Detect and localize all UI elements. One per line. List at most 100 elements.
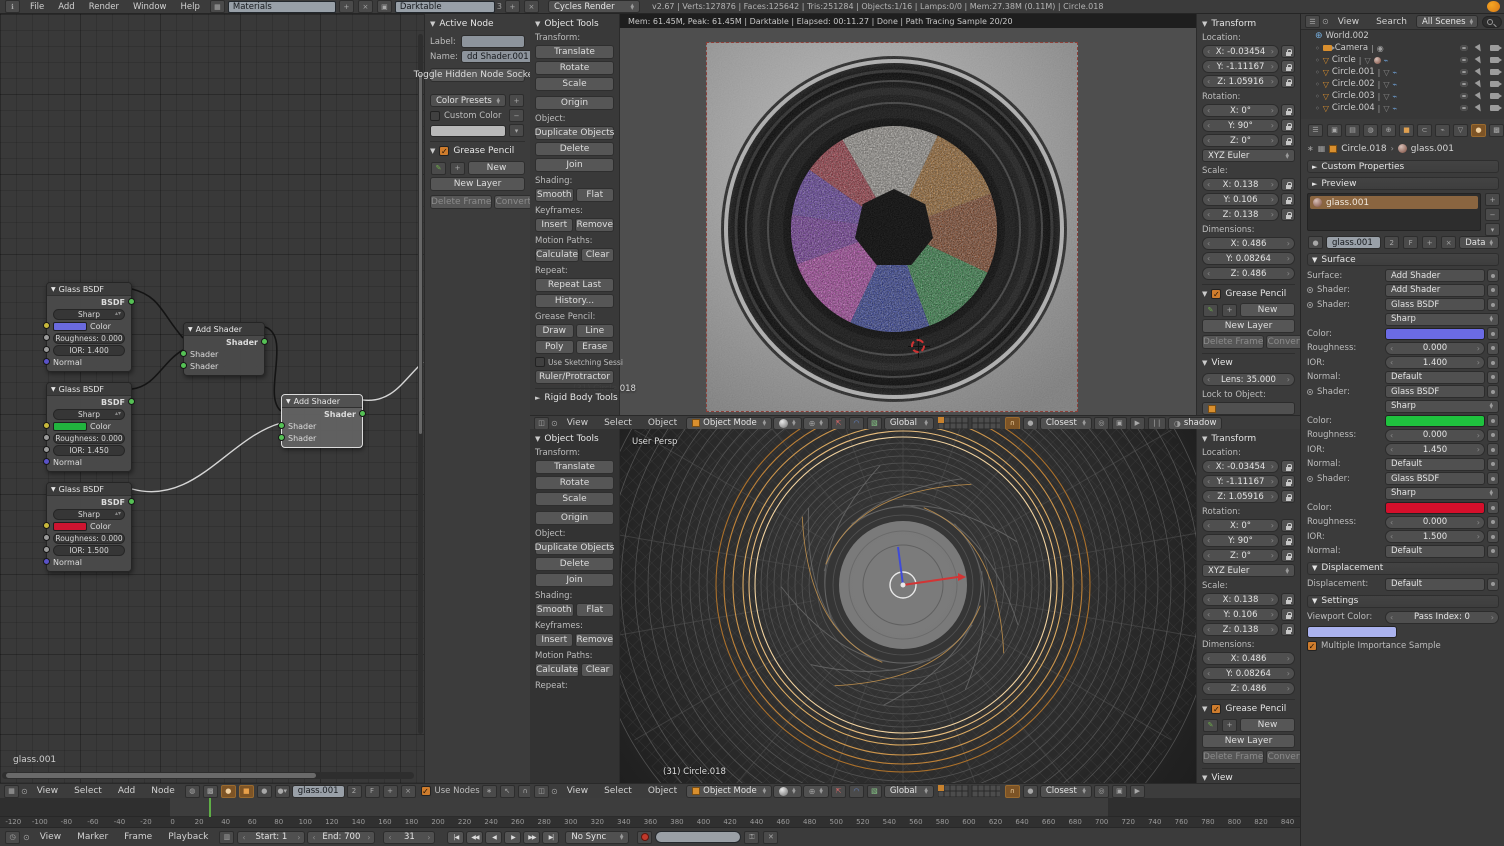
remove-slot-button[interactable]: − <box>1485 208 1500 221</box>
ior-slider-2[interactable]: ‹1.450› <box>1385 443 1485 456</box>
render-icon[interactable] <box>1490 57 1499 63</box>
slot-sphere-icon[interactable]: ● <box>257 785 272 798</box>
menu-item[interactable]: Object <box>640 786 685 796</box>
snap-target-select[interactable]: Closest▴▾ <box>1040 417 1092 430</box>
timeline-band[interactable] <box>0 798 1300 817</box>
socket-bsdf-out[interactable] <box>128 498 135 505</box>
dim-x-field[interactable]: ‹X: 0.486› <box>1202 652 1295 665</box>
ior-slider[interactable]: IOR: 1.500 <box>53 545 125 556</box>
proportional-edit-icon[interactable]: ◎ <box>1094 785 1109 798</box>
collapse-menus-icon[interactable]: ⊙ <box>1322 17 1329 26</box>
current-frame-marker[interactable] <box>209 798 211 817</box>
manipulator-rotate-icon[interactable]: ◠ <box>849 417 864 430</box>
calculate-button[interactable]: Calculate <box>535 248 579 262</box>
active-node-panel-header[interactable]: ▼Active Node <box>430 19 525 29</box>
pencil-icon[interactable]: ✎ <box>431 162 446 175</box>
link-data-select[interactable]: Data▴▾ <box>1459 236 1499 249</box>
editor-type-3dview-icon[interactable]: ◫ <box>534 785 549 798</box>
display-mode-select[interactable]: All Scenes▴▾ <box>1416 15 1478 28</box>
manipulator-scale-icon[interactable]: ▧ <box>867 785 882 798</box>
expand-icon[interactable]: ◦ <box>1315 68 1320 77</box>
surface-panel[interactable]: ▼Surface <box>1307 253 1499 266</box>
ior-slider-1[interactable]: ‹1.400› <box>1385 356 1485 369</box>
render-opengl-anim-icon[interactable]: ▶ <box>1130 785 1145 798</box>
screen-layout-field[interactable]: Materials <box>228 1 336 13</box>
lock-loc-y[interactable] <box>1281 475 1295 488</box>
outliner-search-input[interactable] <box>1482 16 1502 28</box>
jump-to-start-button[interactable]: |◀ <box>447 831 464 844</box>
fake-user-button[interactable]: F <box>1403 236 1418 249</box>
roughness-slider-2[interactable]: ‹0.000› <box>1385 429 1485 442</box>
socket-roughness-in[interactable] <box>43 434 50 441</box>
breadcrumb-object[interactable]: Circle.018 <box>1341 144 1386 154</box>
parent-node-icon[interactable]: ↖ <box>500 785 515 798</box>
horizontal-scrollbar[interactable] <box>2 772 414 779</box>
hide-icon[interactable] <box>1460 105 1468 111</box>
node-glass-bsdf-1[interactable]: ▼Glass BSDF BSDF Sharp▴▾ Color Roughness… <box>46 282 132 372</box>
shader-type-object-icon[interactable]: ◍ <box>185 785 200 798</box>
view-panel-header[interactable]: ▼View <box>1202 773 1295 783</box>
socket-button[interactable] <box>1487 429 1499 442</box>
play-button[interactable]: ▶ <box>504 831 521 844</box>
node-add-shader-1[interactable]: ▼Add Shader Shader Shader Shader <box>183 322 265 376</box>
loc-y-field[interactable]: ‹Y: -1.11167› <box>1202 60 1279 73</box>
grease-pencil-panel-header[interactable]: ▼Grease Pencil <box>1202 704 1295 714</box>
grease-delete-frame-button[interactable]: Delete Frame <box>430 195 492 209</box>
duplicate-objects-button[interactable]: Duplicate Objects <box>535 126 614 140</box>
grease-delete-frame-button[interactable]: Delete Frame <box>1202 750 1264 764</box>
sync-select[interactable]: No Sync▴▾ <box>565 831 629 844</box>
socket-button[interactable] <box>1487 501 1499 514</box>
manipulator-translate-icon[interactable]: ⇱ <box>831 785 846 798</box>
custom-properties-panel[interactable]: ►Custom Properties <box>1307 160 1499 173</box>
shader-type-material-icon[interactable]: ● <box>221 785 236 798</box>
socket-bsdf-out[interactable] <box>128 398 135 405</box>
add-pencil-button[interactable]: + <box>1222 719 1237 732</box>
jump-to-end-button[interactable]: ▶| <box>542 831 559 844</box>
add-preset-button[interactable]: + <box>509 94 524 107</box>
socket-button[interactable] <box>1487 472 1499 485</box>
tab-material[interactable]: ● <box>1471 124 1486 137</box>
menu-item[interactable]: Add <box>110 786 143 796</box>
flat-button[interactable]: Flat <box>576 188 615 202</box>
socket-roughness-in[interactable] <box>43 534 50 541</box>
tab-render-layers[interactable]: ▤ <box>1345 124 1360 137</box>
presets-menu-button[interactable]: ▾ <box>509 124 524 137</box>
toggle-hidden-sockets-button[interactable]: Toggle Hidden Node Sockets <box>430 68 525 82</box>
rot-y-field[interactable]: ‹Y: 90°› <box>1202 119 1279 132</box>
insert-keyframes-icon[interactable]: ⚿ <box>744 831 759 844</box>
add-scene-button[interactable]: + <box>505 0 520 13</box>
render-opengl-icon[interactable]: ▣ <box>1112 417 1127 430</box>
socket-button[interactable] <box>1487 342 1499 355</box>
lock-rot-x[interactable] <box>1281 104 1295 117</box>
unlink-material-button[interactable]: × <box>401 785 416 798</box>
node-name-field[interactable]: dd Shader.001 <box>461 50 535 63</box>
origin-button[interactable]: Origin <box>535 96 614 110</box>
rot-z-field[interactable]: ‹Z: 0°› <box>1202 134 1279 147</box>
rotation-mode-select[interactable]: XYZ Euler▴▾ <box>1202 564 1295 577</box>
line-button[interactable]: Line <box>576 324 615 338</box>
draw-button[interactable]: Draw <box>535 324 574 338</box>
scale-button[interactable]: Scale <box>535 77 614 91</box>
menu-item[interactable]: Playback <box>160 832 216 842</box>
menu-item[interactable]: View <box>559 418 596 428</box>
viewport-wireframe[interactable]: User Persp (31) Circle.018 <box>530 429 1300 783</box>
socket-button[interactable] <box>1487 578 1499 591</box>
node-glass-bsdf-3[interactable]: ▼Glass BSDF BSDF Sharp▴▾ Color Roughness… <box>46 482 132 572</box>
outliner-item-circle004[interactable]: ◦▽Circle.004|▽⌁ <box>1301 102 1504 114</box>
material-name-field[interactable]: glass.001 <box>292 785 345 798</box>
delete-scene-button[interactable]: × <box>524 0 539 13</box>
lock-scale-y[interactable] <box>1281 193 1295 206</box>
menu-item[interactable]: File <box>23 2 51 12</box>
editor-type-3dview-icon[interactable]: ◫ <box>534 417 549 430</box>
lock-loc-x[interactable] <box>1281 460 1295 473</box>
clear-button[interactable]: Clear <box>581 248 614 262</box>
color-swatch-1[interactable] <box>1385 328 1485 340</box>
socket-button[interactable] <box>1487 298 1499 311</box>
socket-button[interactable] <box>1487 385 1499 398</box>
mis-checkbox[interactable] <box>1307 641 1317 651</box>
layers-grid[interactable] <box>938 785 1000 797</box>
menu-item[interactable]: Window <box>126 2 174 12</box>
node-editor-canvas[interactable]: ▼Glass BSDF BSDF Sharp▴▾ Color Roughness… <box>0 14 424 783</box>
hide-icon[interactable] <box>1460 81 1468 87</box>
rotation-mode-select[interactable]: XYZ Euler▴▾ <box>1202 149 1295 162</box>
